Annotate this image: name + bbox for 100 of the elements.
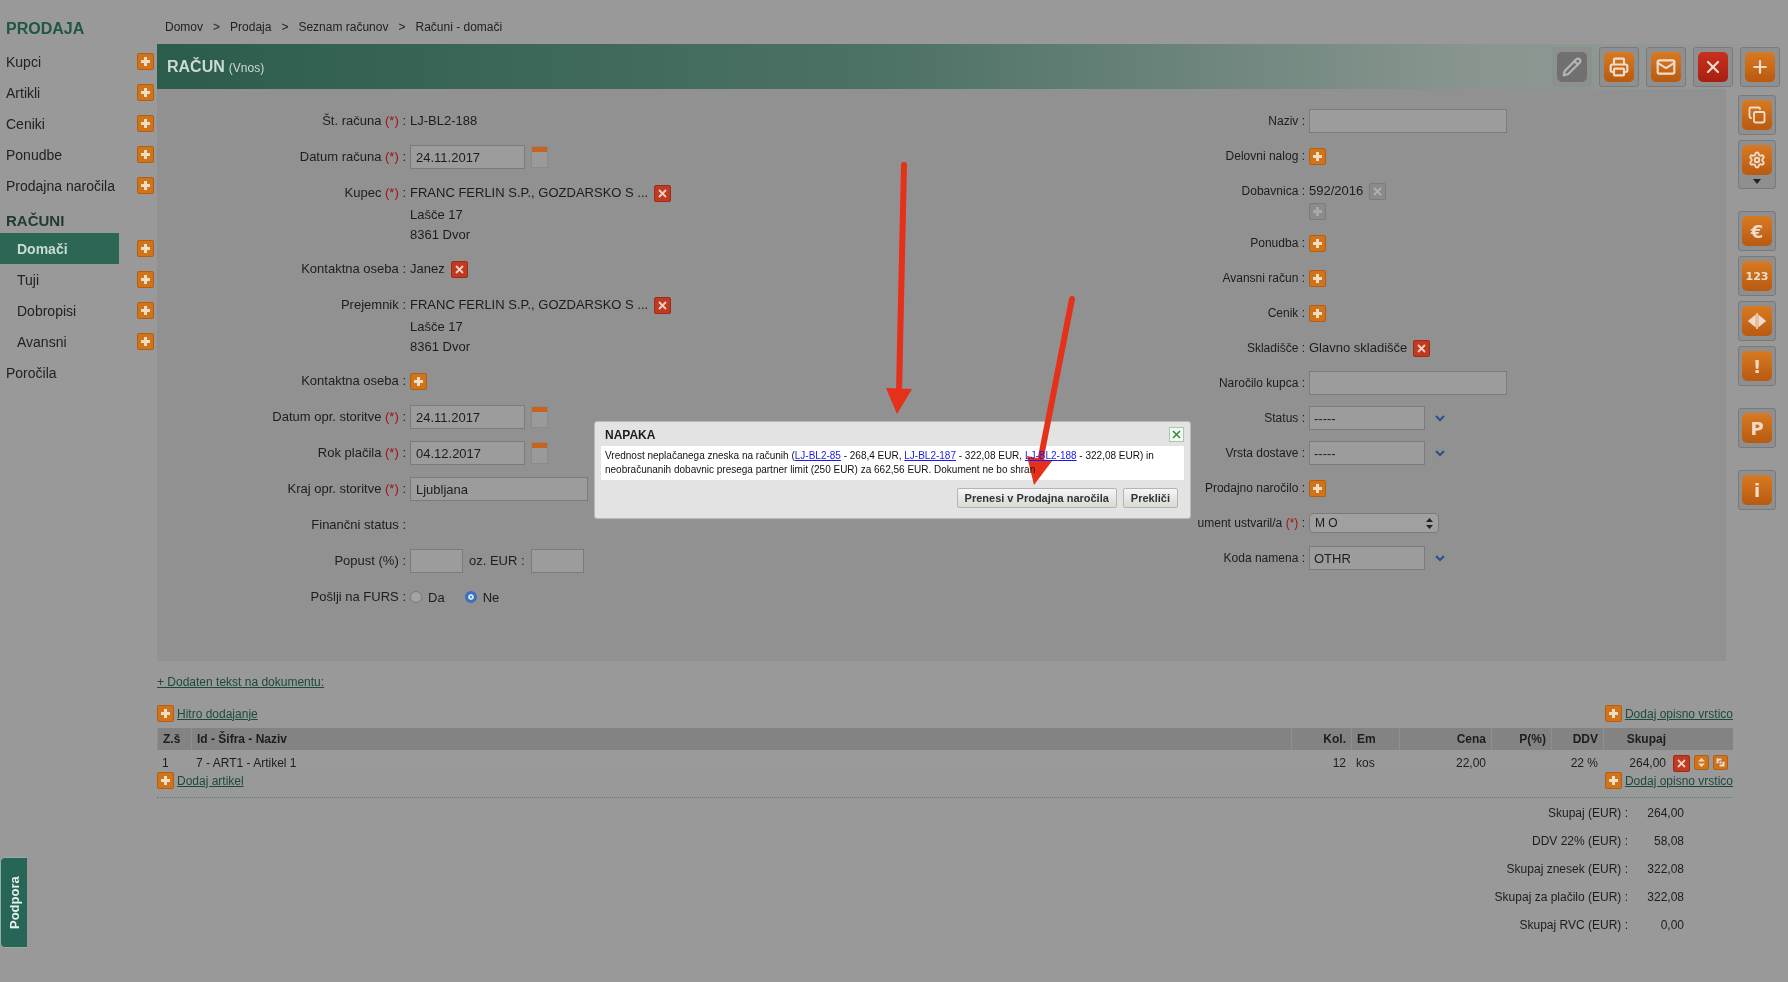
sidebar-item[interactable]: Artikli: [0, 77, 119, 108]
add-icon[interactable]: [137, 271, 154, 288]
breadcrumb-link[interactable]: Seznam računov: [298, 20, 389, 34]
invoice-link[interactable]: LJ-BL2-187: [904, 450, 956, 461]
add-icon[interactable]: [1604, 705, 1622, 722]
remove-icon[interactable]: [1413, 339, 1431, 357]
field-label: Naziv :: [1268, 113, 1305, 130]
add-icon[interactable]: [157, 772, 174, 789]
add-icon[interactable]: [157, 705, 174, 722]
dialog-button[interactable]: Prenesi v Prodajna naročila: [956, 488, 1117, 508]
copy-icon[interactable]: [1713, 754, 1728, 770]
date-field[interactable]: 24.11.2017: [410, 405, 525, 429]
toolbar-button[interactable]: [1693, 46, 1733, 87]
add-article-link[interactable]: Dodaj artikel: [177, 773, 244, 788]
sidebar-item[interactable]: Ceniki: [0, 108, 119, 139]
sort-arrows-icon: [1426, 517, 1433, 529]
add-icon[interactable]: [1309, 203, 1326, 220]
sidebar-item[interactable]: Tuji: [0, 264, 119, 295]
sidebar-item[interactable]: Ponudbe: [0, 139, 119, 170]
add-icon[interactable]: [137, 115, 154, 132]
add-icon[interactable]: [1309, 147, 1326, 165]
add-row-link[interactable]: Dodaj opisno vrstico: [1624, 773, 1733, 788]
column-header: Id - Šifra - Naziv: [191, 728, 1291, 750]
extra-text-link[interactable]: + Dodaten tekst na dokumentu:: [157, 675, 325, 689]
add-icon[interactable]: [1309, 234, 1326, 252]
field-label: Kraj opr. storitve (*) :: [287, 480, 406, 498]
field-label: Kontaktna oseba :: [301, 260, 406, 278]
dropdown-button[interactable]: [1431, 441, 1449, 465]
table-cell-text: 7 - ART1 - Artikel 1: [195, 755, 298, 772]
field-label: Delovni nalog :: [1225, 148, 1305, 165]
remove-icon[interactable]: [654, 184, 672, 202]
sidebar-item[interactable]: Dobropisi: [0, 295, 119, 326]
mail-icon: [1656, 56, 1676, 77]
field-label: Kontaktna oseba :: [301, 372, 406, 390]
radio-option[interactable]: Da: [410, 589, 445, 605]
add-icon[interactable]: [1309, 269, 1326, 287]
add-icon[interactable]: [137, 177, 154, 194]
toolbar-button[interactable]: [1740, 46, 1780, 87]
add-icon[interactable]: [1604, 772, 1622, 789]
add-icon[interactable]: [137, 84, 154, 101]
breadcrumb-link[interactable]: Domov: [165, 20, 203, 34]
text-field[interactable]: [1309, 371, 1507, 395]
caret-icon[interactable]: [1753, 179, 1761, 184]
dropdown-button[interactable]: [1431, 406, 1449, 430]
table-cell-text: 22,00: [1454, 755, 1487, 772]
close-button[interactable]: [1169, 427, 1184, 442]
field-label: Rok plačila (*) :: [317, 444, 406, 462]
sidebar-item[interactable]: Prodajna naročila: [0, 170, 119, 201]
text-field[interactable]: [1309, 109, 1507, 133]
radio-button[interactable]: [410, 591, 422, 603]
amount-field[interactable]: [530, 549, 584, 573]
printer-icon: [1609, 56, 1629, 77]
remove-icon[interactable]: [1673, 754, 1690, 772]
discount-field[interactable]: [410, 549, 463, 573]
sidebar-item[interactable]: Domači: [0, 233, 119, 264]
field-label: Št. računa (*) :: [322, 112, 406, 130]
add-icon[interactable]: [1309, 304, 1326, 322]
remove-icon[interactable]: [450, 260, 468, 278]
address-line: Lašče 17: [410, 318, 464, 336]
date-field[interactable]: 24.11.2017: [410, 145, 525, 169]
select-field[interactable]: M O: [1309, 513, 1439, 533]
breadcrumb-link[interactable]: Računi - domači: [415, 20, 503, 34]
sidebar-item[interactable]: Avansni: [0, 326, 119, 357]
address-line: FRANC FERLIN S.P., GOZDARSKO S ...: [410, 296, 649, 314]
select-field[interactable]: -----: [1309, 441, 1425, 465]
tool-button[interactable]: [1738, 301, 1776, 341]
dialog-button[interactable]: Prekliči: [1122, 488, 1178, 508]
select-field[interactable]: OTHR: [1309, 546, 1425, 570]
add-row-link[interactable]: Dodaj opisno vrstico: [1624, 706, 1733, 721]
toolbar-button[interactable]: [1599, 46, 1639, 87]
select-field[interactable]: -----: [1309, 406, 1425, 430]
quick-add-link[interactable]: Hitro dodajanje: [177, 706, 258, 721]
tool-button[interactable]: [1738, 140, 1776, 189]
add-icon[interactable]: [410, 372, 427, 390]
field-label: Vrsta dostave :: [1225, 445, 1305, 462]
remove-icon[interactable]: [654, 296, 672, 314]
add-icon[interactable]: [137, 302, 154, 319]
sidebar-item[interactable]: Kupci: [0, 46, 119, 77]
breadcrumb-link[interactable]: Prodaja: [230, 20, 272, 34]
tool-button[interactable]: [1738, 95, 1776, 135]
toolbar-button[interactable]: [1646, 46, 1686, 87]
dropdown-button[interactable]: [1431, 546, 1449, 570]
add-icon[interactable]: [1309, 479, 1326, 497]
add-icon[interactable]: [137, 146, 154, 163]
add-icon[interactable]: [137, 333, 154, 350]
support-tab[interactable]: Podpora: [0, 857, 27, 948]
radio-option[interactable]: Ne: [464, 589, 500, 605]
add-icon[interactable]: [137, 240, 154, 257]
breadcrumb-separator: >: [213, 20, 221, 34]
field-label: oz. EUR :: [469, 552, 525, 570]
dialog-title: NAPAKA: [604, 427, 656, 442]
field-label: Skladišče :: [1246, 340, 1305, 357]
move-icon[interactable]: [1694, 754, 1709, 770]
text-field[interactable]: Ljubljana: [410, 477, 588, 501]
total-label: Skupaj (EUR) :: [1546, 805, 1628, 822]
sidebar-item[interactable]: Poročila: [0, 357, 119, 388]
sidebar-title: PRODAJA: [5, 19, 86, 39]
add-icon[interactable]: [137, 53, 154, 70]
radio-button[interactable]: [464, 591, 477, 603]
date-field[interactable]: 04.12.2017: [410, 441, 525, 465]
